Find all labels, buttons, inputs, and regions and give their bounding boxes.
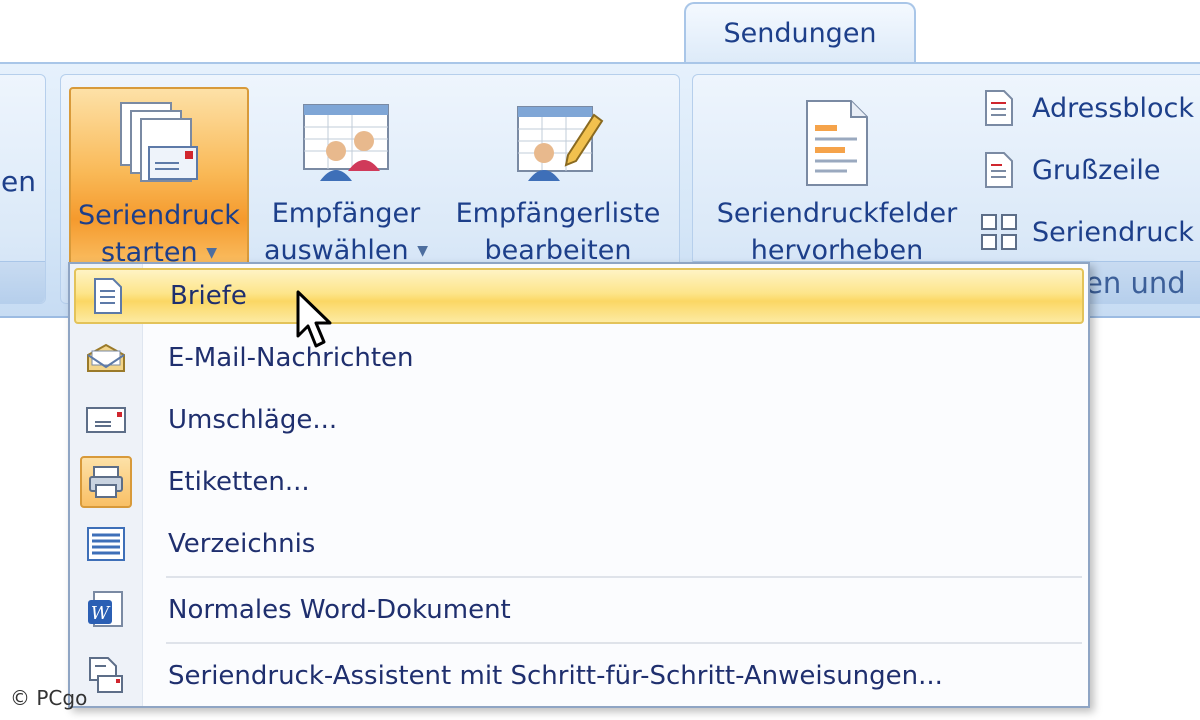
menu-item-label: E-Mail-Nachrichten (168, 343, 414, 373)
menu-item-label: Normales Word-Dokument (168, 595, 511, 625)
menu-item-umschlaege[interactable]: Umschläge... (74, 392, 1084, 448)
seriendruck-starten-button[interactable]: Seriendruck starten ▼ (69, 87, 249, 277)
directory-icon (74, 516, 138, 572)
grusszeile-label: Grußzeile (1032, 154, 1161, 186)
word-document-icon: W (74, 582, 138, 638)
previous-group-label-fragment: en (1, 165, 36, 198)
menu-item-briefe[interactable]: Briefe (74, 268, 1084, 324)
watermark: © PCgo (10, 686, 88, 710)
menu-item-label: Verzeichnis (168, 529, 316, 559)
greeting-line-icon (980, 150, 1018, 190)
select-recipients-icon (298, 95, 394, 201)
insert-merge-field-icon (980, 212, 1018, 252)
empfaengerliste-bearbeiten-button[interactable]: Empfängerliste bearbeiten (445, 87, 671, 277)
previous-group-label (0, 261, 45, 303)
menu-item-label: Umschläge... (168, 405, 338, 435)
menu-item-etiketten[interactable]: Etiketten... (74, 454, 1084, 510)
envelope-icon (74, 392, 138, 448)
letter-icon (76, 268, 140, 324)
edit-recipient-list-icon (510, 95, 606, 201)
empfaengerliste-bearbeiten-line1: Empfängerliste (455, 198, 661, 229)
mail-merge-documents-icon (111, 97, 207, 203)
address-block-icon (980, 88, 1018, 128)
menu-item-email-nachrichten[interactable]: E-Mail-Nachrichten (74, 330, 1084, 386)
menu-item-seriendruck-assistent[interactable]: Seriendruck-Assistent mit Schritt-für-Sc… (74, 648, 1084, 704)
seriendruckfelder-hervorheben-button[interactable]: Seriendruckfelder hervorheben (703, 87, 971, 277)
labels-icon (80, 456, 132, 508)
seriendruck-starten-dropdown-menu: Briefe E-Mail-Nachrichten Umschläge... E… (68, 262, 1090, 708)
empfaenger-auswaehlen-line1: Empfänger (271, 198, 421, 229)
menu-separator (166, 576, 1082, 578)
menu-item-verzeichnis[interactable]: Verzeichnis (74, 516, 1084, 572)
menu-item-normales-word-dokument[interactable]: W Normales Word-Dokument (74, 582, 1084, 638)
menu-item-label: Seriendruck-Assistent mit Schritt-für-Sc… (168, 661, 943, 691)
empfaenger-auswaehlen-button[interactable]: Empfänger auswählen ▼ (253, 87, 439, 277)
svg-text:W: W (91, 603, 111, 624)
seriendruckfeld-label: Seriendruck (1032, 216, 1194, 248)
menu-separator (166, 642, 1082, 644)
highlight-fields-icon (797, 95, 877, 201)
mouse-pointer-icon (296, 290, 336, 354)
menu-item-label: Briefe (170, 281, 247, 311)
tab-sendungen[interactable]: Sendungen (684, 2, 916, 68)
ribbon-group-previous: en (0, 74, 46, 304)
grusszeile-button[interactable]: Grußzeile (980, 144, 1161, 196)
dropdown-arrow-icon: ▼ (417, 243, 429, 259)
adressblock-button[interactable]: Adressblock (980, 82, 1194, 134)
menu-item-label: Etiketten... (168, 467, 310, 497)
email-icon (74, 330, 138, 386)
seriendruckfeld-einfuegen-button[interactable]: Seriendruck (980, 206, 1194, 258)
adressblock-label: Adressblock (1032, 92, 1195, 124)
hervorheben-line1: Seriendruckfelder (716, 198, 958, 229)
seriendruck-starten-line1: Seriendruck (78, 200, 240, 231)
dropdown-arrow-icon: ▼ (206, 245, 217, 261)
